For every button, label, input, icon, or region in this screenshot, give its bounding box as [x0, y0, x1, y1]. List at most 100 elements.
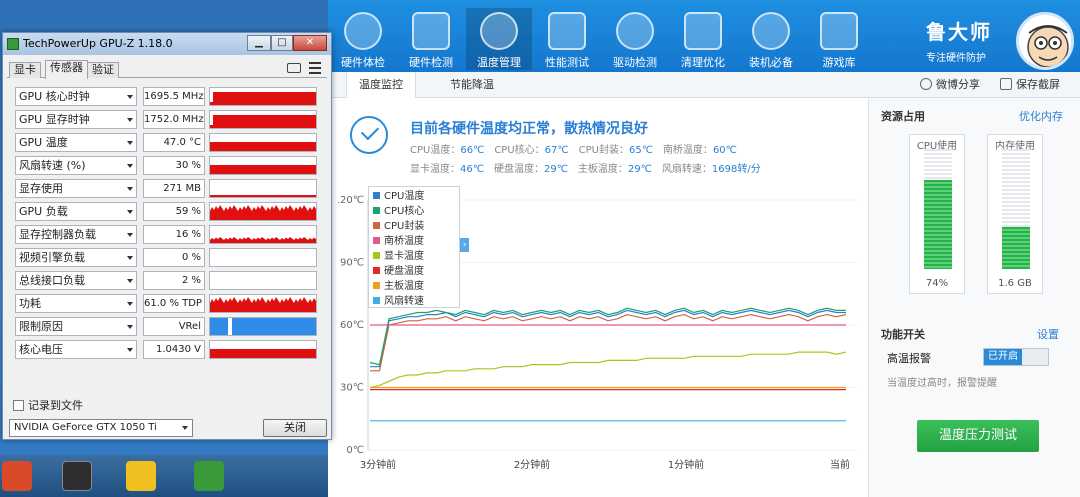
- cpu-usage-bar: [924, 149, 952, 269]
- sensor-name-dropdown[interactable]: GPU 温度: [15, 133, 137, 152]
- sensor-row: GPU 温度 47.0 °C: [15, 133, 317, 153]
- nav-gauge[interactable]: 性能测试: [534, 8, 600, 70]
- maximize-button[interactable]: □: [271, 35, 293, 51]
- legend-collapse-arrow[interactable]: ›: [460, 238, 469, 252]
- sensor-graph: [209, 156, 317, 175]
- close-window-button[interactable]: ✕: [293, 35, 327, 51]
- minimize-button[interactable]: ▁: [247, 35, 271, 51]
- nav-broom[interactable]: 清理优化: [670, 8, 736, 70]
- mascot-avatar[interactable]: [1016, 12, 1074, 70]
- taskbar-app-icon[interactable]: [62, 461, 92, 491]
- sensor-value: 2 %: [143, 271, 205, 290]
- y-tick-label: 30℃: [340, 383, 364, 394]
- legend-item[interactable]: 风扇转速: [373, 294, 455, 309]
- high-temp-alarm-label: 高温报警: [887, 352, 931, 365]
- sensor-value: 16 %: [143, 225, 205, 244]
- nav-shield[interactable]: 硬件体检: [330, 8, 396, 70]
- legend-item[interactable]: CPU核心: [373, 204, 455, 219]
- tab-validation[interactable]: 验证: [87, 62, 119, 78]
- gpuz-titlebar[interactable]: TechPowerUp GPU-Z 1.18.0 ▁ □ ✕: [3, 33, 331, 55]
- sensor-graph: [209, 225, 317, 244]
- sensor-name-dropdown[interactable]: 显存使用: [15, 179, 137, 198]
- gpuz-window: TechPowerUp GPU-Z 1.18.0 ▁ □ ✕ 显卡 传感器 验证…: [2, 32, 332, 440]
- nav-cube[interactable]: 装机必备: [738, 8, 804, 70]
- temp-item: 南桥温度：60℃: [663, 145, 737, 156]
- camera-icon: [1000, 78, 1012, 90]
- gpuz-close-button[interactable]: 关闭: [263, 419, 327, 437]
- x-tick-label: 2分钟前: [514, 458, 550, 471]
- stress-test-button[interactable]: 温度压力测试: [917, 420, 1039, 452]
- sensor-name-dropdown[interactable]: 核心电压: [15, 340, 137, 359]
- sensor-row: 总线接口负载 2 %: [15, 271, 317, 291]
- nav-board[interactable]: 硬件检测: [398, 8, 464, 70]
- optimize-memory-link[interactable]: 优化内存: [1019, 108, 1063, 124]
- gpuz-app-icon: [7, 38, 19, 50]
- gpuz-taskbar-icon[interactable]: [194, 461, 224, 491]
- nav-label: 硬件体检: [341, 56, 385, 69]
- settings-link[interactable]: 设置: [1037, 326, 1059, 342]
- sensor-name-dropdown[interactable]: 风扇转速 (%): [15, 156, 137, 175]
- legend-label: 风扇转速: [384, 296, 424, 307]
- legend-swatch: [373, 282, 380, 289]
- legend-label: 硬盘温度: [384, 266, 424, 277]
- ludashi-header: 硬件体检 硬件检测 温度管理 性能测试 驱动检测 清理优化 装机必备 游戏库 鲁大师 专注硬件…: [328, 0, 1080, 72]
- legend-item[interactable]: CPU温度: [373, 189, 455, 204]
- taskbar: [0, 455, 360, 497]
- sensor-name-dropdown[interactable]: 功耗: [15, 294, 137, 313]
- temp-item: CPU封装：65℃: [579, 145, 653, 156]
- sensor-name: GPU 温度: [19, 136, 68, 149]
- sensor-row: 限制原因 VRel: [15, 317, 317, 337]
- legend-swatch: [373, 267, 380, 274]
- nav-label: 清理优化: [681, 56, 725, 69]
- sensor-name: 视频引擎负载: [19, 251, 85, 264]
- temp-value: 67℃: [544, 145, 569, 156]
- high-temp-alarm-toggle[interactable]: 已开启: [983, 348, 1049, 366]
- legend-item[interactable]: 主板温度: [373, 279, 455, 294]
- save-screenshot-button[interactable]: 保存截屏: [1000, 72, 1060, 98]
- temp-item: CPU核心：67℃: [494, 145, 568, 156]
- nav-gamepad[interactable]: 游戏库: [806, 8, 872, 70]
- file-explorer-icon[interactable]: [2, 461, 32, 491]
- tab-temperature-monitor[interactable]: 温度监控: [346, 72, 416, 98]
- legend-item[interactable]: CPU封装: [373, 219, 455, 234]
- tab-energy-saving[interactable]: 节能降温: [438, 72, 506, 98]
- legend-label: CPU核心: [384, 206, 425, 217]
- resources-title: 资源占用: [881, 110, 925, 123]
- camera-icon[interactable]: [287, 63, 301, 73]
- chevron-down-icon: [127, 325, 133, 329]
- log-to-file-checkbox[interactable]: 记录到文件: [13, 397, 83, 413]
- nav-gear[interactable]: 驱动检测: [602, 8, 668, 70]
- tab-sensors[interactable]: 传感器: [45, 60, 88, 79]
- cat-app-icon[interactable]: [126, 461, 156, 491]
- sensor-name-dropdown[interactable]: GPU 显存时钟: [15, 110, 137, 129]
- legend-label: CPU封装: [384, 221, 425, 232]
- sensor-name-dropdown[interactable]: 总线接口负载: [15, 271, 137, 290]
- sensor-name-dropdown[interactable]: 限制原因: [15, 317, 137, 336]
- chevron-down-icon: [127, 348, 133, 352]
- legend-item[interactable]: 南桥温度: [373, 234, 455, 249]
- cpu-usage-value: 74%: [925, 278, 949, 289]
- y-tick-label: 0℃: [346, 445, 364, 456]
- legend-item[interactable]: 硬盘温度: [373, 264, 455, 279]
- sensor-graph: [209, 340, 317, 359]
- sensor-name-dropdown[interactable]: 显存控制器负载: [15, 225, 137, 244]
- hamburger-menu-icon[interactable]: [309, 62, 321, 74]
- gpu-select-dropdown[interactable]: NVIDIA GeForce GTX 1050 Ti: [9, 419, 193, 437]
- legend-label: 显卡温度: [384, 251, 424, 262]
- checkbox-box[interactable]: [13, 400, 24, 411]
- tab-graphics-card[interactable]: 显卡: [9, 62, 41, 78]
- nav-thermometer[interactable]: 温度管理: [466, 8, 532, 70]
- sensor-name-dropdown[interactable]: GPU 核心时钟: [15, 87, 137, 106]
- sensor-name-dropdown[interactable]: GPU 负载: [15, 202, 137, 221]
- chevron-down-icon: [127, 210, 133, 214]
- weibo-share-button[interactable]: 微博分享: [920, 72, 980, 98]
- sensor-value: 59 %: [143, 202, 205, 221]
- sensor-name-dropdown[interactable]: 视频引擎负载: [15, 248, 137, 267]
- legend-item[interactable]: 显卡温度: [373, 249, 455, 264]
- sensor-row: 核心电压 1.0430 V: [15, 340, 317, 360]
- temp-item: 风扇转速：1698转/分: [662, 164, 761, 175]
- sensor-name: GPU 核心时钟: [19, 90, 90, 103]
- temp-label: CPU核心：: [494, 145, 545, 156]
- sensor-value: 1752.0 MHz: [143, 110, 205, 129]
- gpu-select-value: NVIDIA GeForce GTX 1050 Ti: [14, 422, 157, 433]
